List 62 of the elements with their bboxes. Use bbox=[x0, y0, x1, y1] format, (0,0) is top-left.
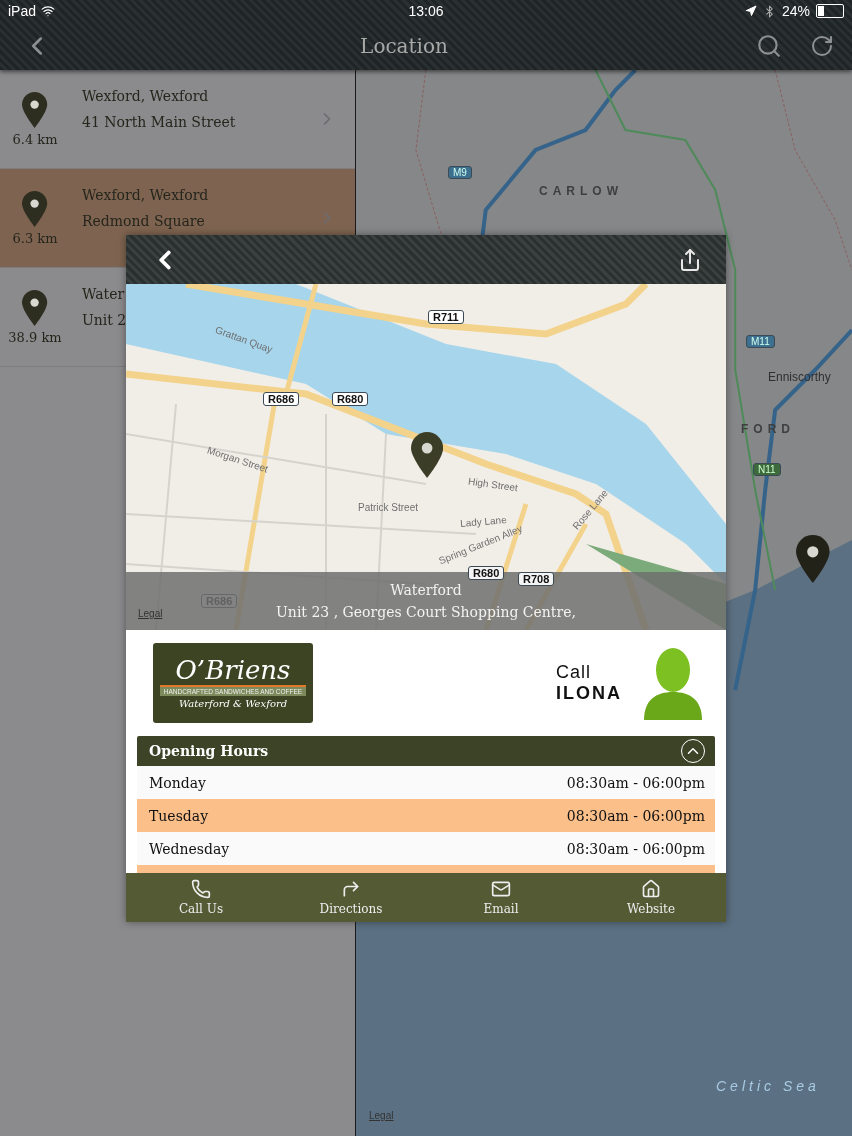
action-button[interactable]: Website bbox=[576, 873, 726, 922]
refresh-button[interactable] bbox=[810, 34, 834, 58]
road-number-label: R708 bbox=[518, 572, 555, 586]
distance-label: 6.4 km bbox=[12, 131, 58, 147]
map-pin-icon bbox=[22, 289, 48, 326]
location-name: Wexford, Wexford bbox=[82, 88, 209, 104]
battery-icon bbox=[816, 4, 844, 18]
share-icon bbox=[678, 247, 702, 272]
city-label: Waterford bbox=[390, 582, 462, 598]
location-arrow-icon bbox=[745, 5, 757, 17]
address-label: Unit 23 , Georges Court Shopping Centre, bbox=[276, 604, 576, 620]
map-pin-icon bbox=[796, 535, 830, 583]
location-name: Water bbox=[82, 286, 125, 302]
map-pin-icon bbox=[22, 190, 48, 227]
carrier-label: iPad bbox=[8, 3, 37, 19]
location-address: Redmond Square bbox=[82, 213, 205, 229]
street-label: High Street bbox=[467, 475, 519, 494]
action-button[interactable]: Email bbox=[426, 873, 576, 922]
location-address: 41 North Main Street bbox=[82, 114, 236, 130]
road-number-label: R680 bbox=[468, 566, 505, 580]
envelope-icon bbox=[491, 879, 511, 899]
legal-link[interactable]: Legal bbox=[138, 608, 163, 619]
wifi-icon bbox=[41, 4, 56, 18]
road-number-label: R711 bbox=[428, 310, 464, 324]
road-number-label: R680 bbox=[332, 392, 369, 406]
hours-label: 08:30am - 06:00pm bbox=[566, 807, 705, 824]
map-label: Celtic Sea bbox=[716, 1078, 820, 1094]
day-label: Wednesday bbox=[149, 840, 230, 857]
street-label: Lady Lane bbox=[459, 514, 508, 529]
clock-time: 13:06 bbox=[408, 3, 444, 19]
hours-label: 08:30am - 06:00pm bbox=[566, 840, 705, 857]
distance-label: 38.9 km bbox=[8, 329, 62, 345]
map-pin-icon bbox=[411, 432, 444, 478]
day-label: Monday bbox=[149, 774, 206, 791]
action-button[interactable]: Directions bbox=[276, 873, 426, 922]
map-label: M9 bbox=[448, 166, 472, 179]
location-name: Wexford, Wexford bbox=[82, 187, 209, 203]
hours-title: Opening Hours bbox=[149, 743, 269, 759]
search-button[interactable] bbox=[756, 33, 782, 59]
street-label: Morgan Street bbox=[205, 444, 270, 475]
phone-icon bbox=[191, 879, 211, 899]
street-label: Patrick Street bbox=[358, 502, 419, 513]
battery-percent: 24% bbox=[782, 3, 810, 19]
refresh-icon bbox=[810, 34, 834, 58]
map-label: N11 bbox=[753, 463, 781, 476]
street-label: Grattan Quay bbox=[213, 324, 275, 355]
distance-label: 6.3 km bbox=[12, 230, 58, 246]
map-label: M11 bbox=[746, 335, 775, 348]
turn-arrow-icon bbox=[341, 879, 361, 899]
house-icon bbox=[641, 879, 661, 899]
share-button[interactable] bbox=[678, 247, 702, 272]
bluetooth-icon bbox=[763, 4, 776, 18]
map-pin-icon bbox=[22, 91, 48, 128]
action-button[interactable]: Call Us bbox=[126, 873, 276, 922]
road-number-label: R686 bbox=[263, 392, 300, 406]
call-button[interactable]: Call ILONA bbox=[556, 644, 708, 722]
location-address: Unit 2 bbox=[82, 312, 127, 328]
day-label: Tuesday bbox=[149, 807, 209, 824]
search-icon bbox=[756, 33, 782, 59]
page-title: Location bbox=[359, 34, 449, 58]
hours-label: 08:30am - 06:00pm bbox=[566, 774, 705, 791]
map-label: CARLOW bbox=[539, 184, 623, 198]
